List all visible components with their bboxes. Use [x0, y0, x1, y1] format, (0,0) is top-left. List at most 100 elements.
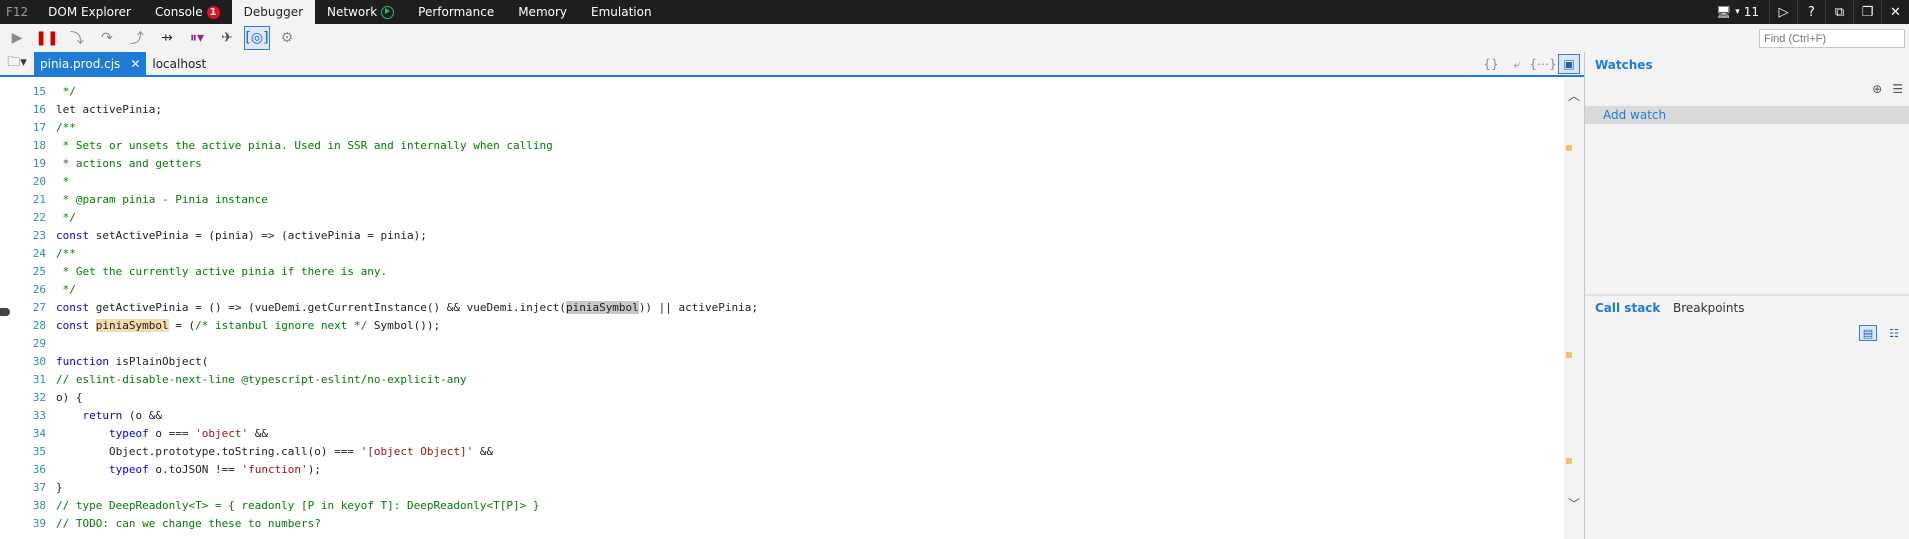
panel-splitter-horizontal[interactable]	[1585, 294, 1909, 296]
tab-breakpoints[interactable]: Breakpoints	[1673, 301, 1744, 315]
tab-label: DOM Explorer	[48, 5, 131, 19]
tab-memory[interactable]: Memory	[506, 0, 579, 24]
code-line: 34 typeof o === 'object' &&	[0, 425, 1560, 443]
tab-label: Console	[155, 5, 203, 19]
scroll-marker	[1566, 458, 1572, 464]
break-on-new-worker-icon[interactable]: ⇸	[154, 26, 180, 50]
code-line: 37}	[32, 481, 63, 494]
code-line: 32 o) {	[32, 391, 83, 404]
add-watch-icon[interactable]: ⊕	[1872, 82, 1882, 96]
selected-text: piniaSymbol	[565, 301, 639, 314]
tab-label: Memory	[518, 5, 568, 19]
breakpoint-settings-icon[interactable]: ⚙	[274, 26, 300, 50]
code-line: 35 Object.prototype.toString.call(o) ===…	[0, 443, 1560, 461]
delete-all-watches-icon[interactable]: ☰	[1892, 82, 1903, 96]
code-line-33-text: return (o &&	[82, 409, 163, 422]
tab-network[interactable]: Network	[315, 0, 406, 24]
exception-behavior-icon[interactable]: ⏸▾	[184, 26, 210, 50]
code-line: 36 typeof o.toJSON !== 'function');	[0, 461, 1560, 479]
file-tab[interactable]: localhost	[146, 52, 212, 76]
continue-icon[interactable]: ▶	[4, 26, 30, 50]
highlighted-symbol: piniaSymbol	[95, 319, 169, 332]
code-line: 28 const piniaSymbol = (/* istanbul ignor…	[0, 317, 1560, 335]
code-line-36-text: typeof o.toJSON !== 'function');	[108, 463, 321, 476]
source-map-icon[interactable]: {⋯}	[1529, 54, 1556, 74]
code-line: 21 * @param pinia - Pinia instance	[32, 193, 268, 206]
toggle-panel-icon[interactable]: ▣	[1558, 54, 1580, 74]
file-tab-strip: 🗀▾ pinia.prod.cjs ✕ localhost {} ⤶ {⋯} ▣	[0, 52, 1584, 76]
step-into-icon[interactable]: ⤵	[64, 26, 90, 50]
devtools-tab-bar: F12 DOM Explorer Console 1 Debugger Netwo…	[0, 0, 1909, 24]
restore-icon[interactable]: ❐	[1853, 0, 1881, 24]
code-line: 20 *	[32, 175, 70, 188]
tab-call-stack[interactable]: Call stack	[1595, 301, 1660, 315]
file-tab-label: localhost	[152, 57, 207, 71]
close-icon[interactable]: ✕	[1881, 0, 1909, 24]
code-line: 15 */	[32, 85, 76, 98]
monitor-icon: 🖥	[1715, 5, 1732, 19]
close-tab-icon[interactable]: ✕	[130, 57, 140, 71]
tab-console[interactable]: Console 1	[143, 0, 232, 24]
code-line: 19 * actions and getters	[32, 157, 202, 170]
code-line-28-text: const piniaSymbol = (/* istanbul ignore …	[56, 319, 441, 332]
code-line: 18 * Sets or unsets the active pinia. Us…	[32, 139, 553, 152]
step-out-icon[interactable]: ⤴	[124, 26, 150, 50]
code-line-35-text: Object.prototype.toString.call(o) === '[…	[56, 445, 494, 458]
tab-performance[interactable]: Performance	[406, 0, 506, 24]
code-line-27-text: const getActivePinia = () => (vueDemi.ge…	[56, 301, 759, 314]
tab-emulation[interactable]: Emulation	[579, 0, 664, 24]
word-wrap-icon[interactable]: ⤶	[1506, 54, 1528, 74]
break-all-icon[interactable]: ❚❚	[34, 26, 60, 50]
file-tab-label: pinia.prod.cjs	[40, 57, 121, 71]
code-line: 27 const getActivePinia = () => (vueDemi.…	[0, 299, 1560, 317]
code-line-34-text: typeof o === 'object' &&	[108, 427, 268, 440]
undock-icon[interactable]: ⧉	[1825, 0, 1853, 24]
tab-label: Network	[327, 5, 378, 19]
tab-label: Performance	[418, 5, 495, 19]
chevron-down-icon: ▾	[1735, 7, 1740, 17]
tab-label: Emulation	[591, 5, 652, 19]
code-line: 29	[32, 337, 46, 350]
just-my-code-icon[interactable]: [◎]	[244, 26, 270, 50]
pretty-print-icon[interactable]: {}	[1480, 54, 1502, 74]
help-icon[interactable]: ?	[1797, 0, 1825, 24]
console-toggle-icon[interactable]: ▷	[1769, 0, 1797, 24]
debugger-toolbar: ▶ ❚❚ ⤵ ↷ ⤴ ⇸ ⏸▾ ✈ [◎] ⚙	[0, 24, 1909, 52]
code-line: 39// TODO: can we change these to number…	[32, 517, 321, 530]
code-line: 33 return (o &&	[0, 407, 1560, 425]
find-input[interactable]	[1759, 29, 1905, 48]
tab-debugger[interactable]: Debugger	[231, 0, 316, 24]
network-recording-icon	[381, 5, 395, 19]
scroll-down-icon[interactable]: ﹀	[1567, 495, 1581, 512]
code-line-30-text: function isPlainObject(	[56, 355, 209, 368]
code-line: 31// eslint-disable-next-line @typescrip…	[32, 373, 467, 386]
code-editor[interactable]: 15 */ 16 let activePinia; 17/** 18 * Sets…	[0, 77, 1564, 539]
code-line: 30 function isPlainObject(	[0, 353, 1560, 371]
step-over-icon[interactable]: ↷	[94, 26, 120, 50]
file-tab-active[interactable]: pinia.prod.cjs ✕	[34, 52, 147, 76]
tab-label: Debugger	[243, 5, 304, 19]
code-line: 22 */	[32, 211, 76, 224]
code-line: 24/**	[32, 247, 76, 260]
scroll-marker	[1566, 145, 1572, 151]
scroll-marker	[1566, 352, 1572, 358]
code-line-23-text: const setActivePinia = (pinia) => (activ…	[56, 229, 427, 242]
show-frames-icon[interactable]: ▤	[1859, 325, 1877, 341]
code-line: 26 */	[32, 283, 76, 296]
error-count-badge: 1	[206, 5, 220, 19]
emulation-target-selector[interactable]: 🖥 ▾ 11	[1706, 5, 1769, 19]
code-line: 23 const setActivePinia = (pinia) => (act…	[0, 227, 1560, 245]
open-document-icon[interactable]: 🗀▾	[0, 52, 34, 76]
add-watch-row[interactable]: Add watch	[1585, 106, 1909, 124]
code-line: 38// type DeepReadonly<T> = { readonly […	[32, 499, 540, 512]
code-line: 17/**	[32, 121, 76, 134]
tab-dom-explorer[interactable]: DOM Explorer	[36, 0, 143, 24]
show-library-frames-icon[interactable]: ☷	[1885, 325, 1903, 341]
scroll-up-icon[interactable]: ︿	[1567, 87, 1581, 104]
code-line: 25 * Get the currently active pinia if t…	[32, 265, 388, 278]
f12-label: F12	[6, 5, 29, 19]
code-line: 16 let activePinia;	[32, 103, 162, 116]
side-panel: Watches ⊕ ☰ Add watch Call stack Breakpo…	[1585, 52, 1909, 539]
watches-title: Watches	[1595, 58, 1653, 72]
disconnect-debugger-icon[interactable]: ✈	[214, 26, 240, 50]
